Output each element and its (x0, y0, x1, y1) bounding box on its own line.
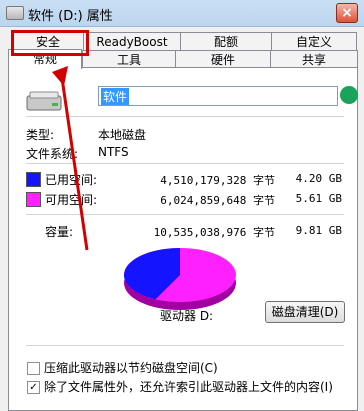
annotation-arrow (52, 66, 89, 251)
